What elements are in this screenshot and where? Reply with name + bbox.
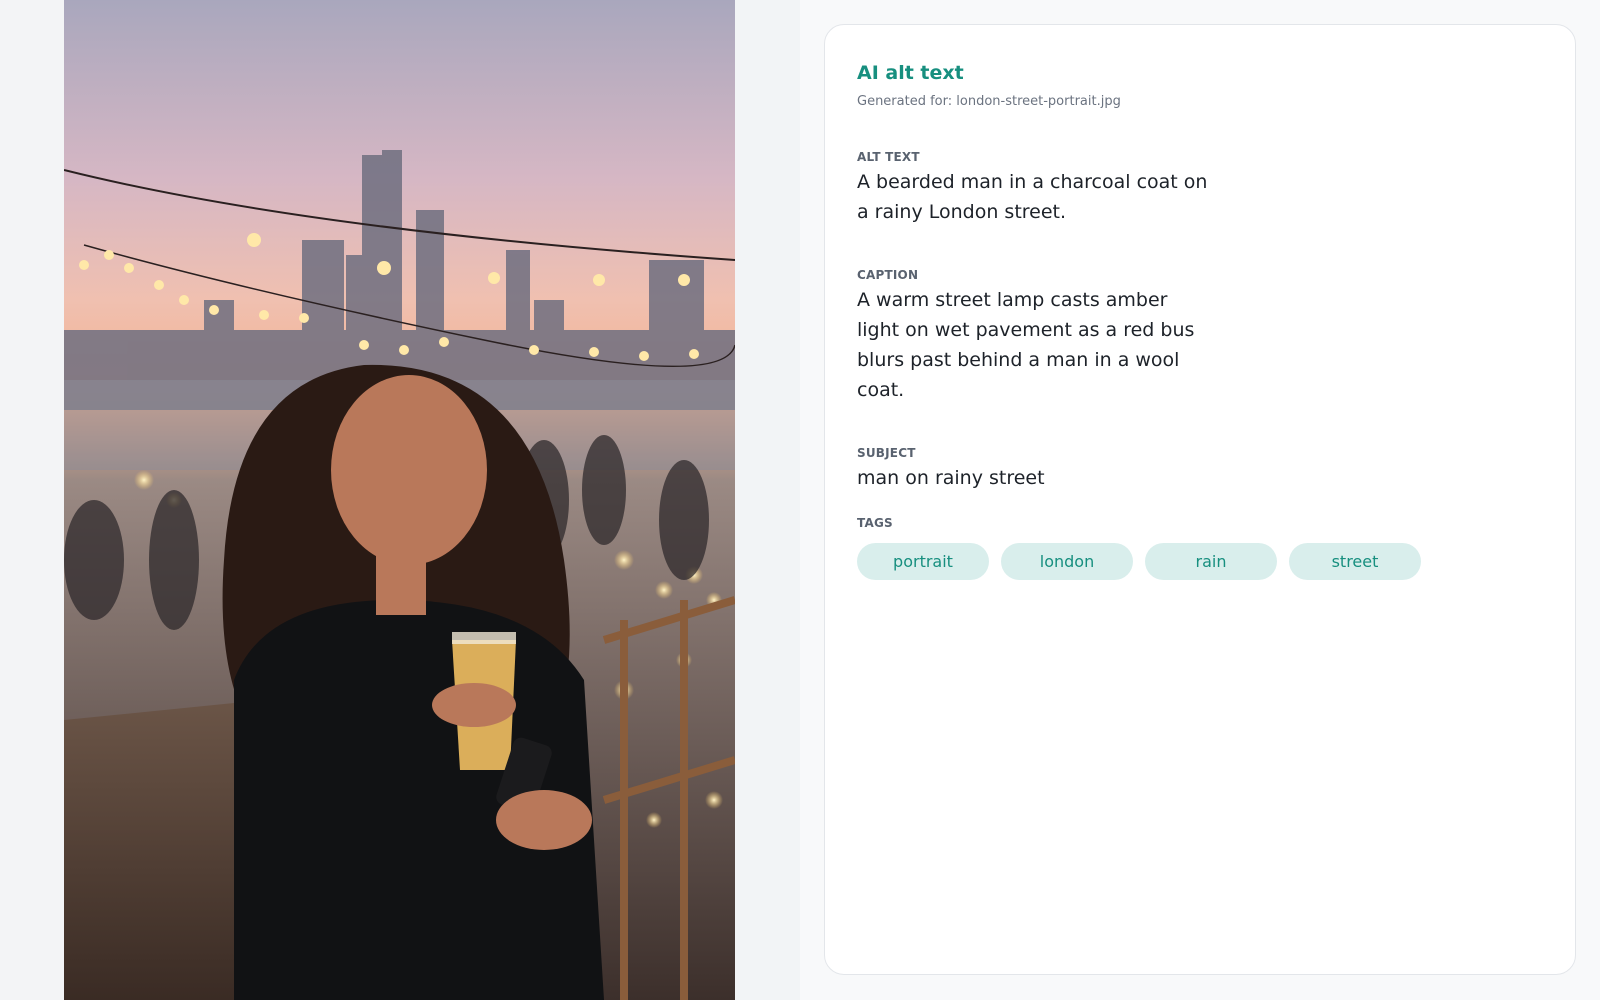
generated-for-filename: london-street-portrait.jpg <box>956 94 1121 109</box>
caption-section: CAPTION A warm street lamp casts amber l… <box>857 267 1543 405</box>
generated-for: Generated for: london-street-portrait.jp… <box>857 93 1543 111</box>
tags-list: portrait london rain street <box>857 543 1543 580</box>
subject-section: SUBJECT man on rainy street <box>857 445 1543 493</box>
alt-text-value: A bearded man in a charcoal coat on a ra… <box>857 171 1208 223</box>
subject-label: SUBJECT <box>857 446 916 460</box>
divider-strip <box>735 0 800 1000</box>
tag-chip[interactable]: portrait <box>857 543 989 580</box>
tag-chip[interactable]: london <box>1001 543 1133 580</box>
photo-image <box>64 0 735 1000</box>
alt-text-section: ALT TEXT A bearded man in a charcoal coa… <box>857 149 1543 227</box>
alt-text-label: ALT TEXT <box>857 150 920 164</box>
card-title: AI alt text <box>857 62 964 84</box>
tags-section: TAGS portrait london rain street <box>857 515 1543 580</box>
photo-preview <box>64 0 735 1000</box>
caption-label: CAPTION <box>857 268 919 282</box>
tag-chip[interactable]: rain <box>1145 543 1277 580</box>
tags-label: TAGS <box>857 516 893 530</box>
tag-chip[interactable]: street <box>1289 543 1421 580</box>
caption-value: A warm street lamp casts amber light on … <box>857 289 1195 401</box>
subject-value: man on rainy street <box>857 467 1045 489</box>
generated-for-label: Generated for: <box>857 94 953 109</box>
alt-text-card: AI alt text Generated for: london-street… <box>824 24 1576 975</box>
